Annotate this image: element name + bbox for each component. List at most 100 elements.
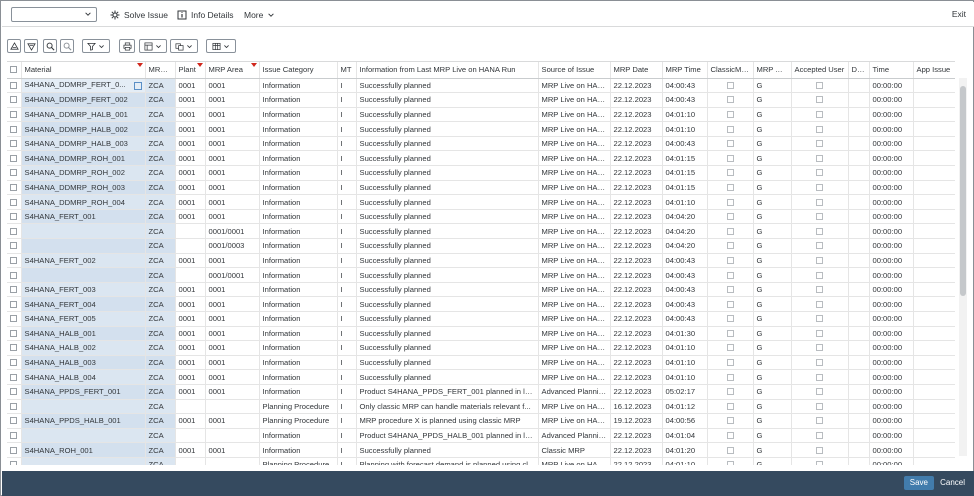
row-select-checkbox[interactable] (7, 150, 22, 167)
table-row[interactable]: S4HANA_DDMRP_HALB_003 ZCA 0001 0001 Informat… (7, 136, 955, 152)
classic-mrp-checkbox[interactable] (707, 136, 754, 152)
table-row[interactable]: S4HANA_DDMRP_ROH_003 ZCA 0001 0001 Informati… (7, 180, 955, 196)
row-select-checkbox[interactable] (7, 107, 22, 123)
filter-button[interactable] (82, 39, 110, 53)
accepted-user-checkbox[interactable] (791, 92, 849, 108)
classic-mrp-checkbox[interactable] (707, 355, 754, 371)
column-header-time[interactable]: Time (869, 62, 914, 79)
accepted-user-checkbox[interactable] (791, 121, 849, 137)
accepted-user-checkbox[interactable] (791, 340, 849, 356)
column-header-accepted-user[interactable]: Accepted User (791, 62, 849, 79)
accepted-user-checkbox[interactable] (791, 209, 849, 225)
layout-button[interactable] (206, 39, 236, 53)
column-header-plant[interactable]: Plant (175, 62, 206, 79)
classic-mrp-checkbox[interactable] (707, 180, 754, 196)
accepted-user-checkbox[interactable] (791, 384, 849, 400)
classic-mrp-checkbox[interactable] (707, 413, 754, 429)
table-row[interactable]: ZCA 0001/0003 Information I Successfully pla… (7, 238, 955, 254)
classic-mrp-checkbox[interactable] (707, 194, 754, 210)
sort-ascending-button[interactable] (7, 39, 21, 53)
table-row[interactable]: S4HANA_HALB_001 ZCA 0001 0001 Information I Su… (7, 326, 955, 342)
table-row[interactable]: S4HANA_DDMRP_FERT_002 ZCA 0001 0001 Informat… (7, 92, 955, 108)
accepted-user-checkbox[interactable] (791, 78, 849, 94)
classic-mrp-checkbox[interactable] (707, 209, 754, 225)
accepted-user-checkbox[interactable] (791, 296, 849, 312)
classic-mrp-checkbox[interactable] (707, 267, 754, 283)
accepted-user-checkbox[interactable] (791, 267, 849, 283)
classic-mrp-checkbox[interactable] (707, 282, 754, 298)
table-row[interactable]: S4HANA_HALB_003 ZCA 0001 0001 Information I Su… (7, 355, 955, 371)
row-select-checkbox[interactable] (7, 136, 22, 152)
classic-mrp-checkbox[interactable] (707, 340, 754, 356)
sort-descending-button[interactable] (24, 39, 38, 53)
classic-mrp-checkbox[interactable] (707, 384, 754, 400)
classic-mrp-checkbox[interactable] (707, 428, 754, 444)
column-header-mrpcn[interactable]: MRPCn (145, 62, 176, 79)
row-select-checkbox[interactable] (7, 355, 22, 371)
row-select-checkbox[interactable] (7, 326, 22, 342)
column-header-mrp-apps[interactable]: MRP Apps (753, 62, 792, 79)
accepted-user-checkbox[interactable] (791, 457, 849, 465)
accepted-user-checkbox[interactable] (791, 355, 849, 371)
row-select-checkbox[interactable] (7, 369, 22, 385)
accepted-user-checkbox[interactable] (791, 428, 849, 444)
find-button[interactable] (43, 39, 57, 53)
column-header-date[interactable]: Date (848, 62, 870, 79)
accepted-user-checkbox[interactable] (791, 107, 849, 123)
row-select-checkbox[interactable] (7, 457, 22, 465)
vertical-scrollbar[interactable] (959, 78, 967, 456)
solve-issue-button[interactable]: Solve Issue (110, 8, 168, 21)
classic-mrp-checkbox[interactable] (707, 78, 754, 94)
row-select-checkbox[interactable] (7, 442, 22, 458)
column-header-material[interactable]: Material (21, 62, 146, 79)
classic-mrp-checkbox[interactable] (707, 223, 754, 240)
scrollbar-thumb[interactable] (960, 86, 966, 296)
table-row[interactable]: S4HANA_HALB_002 ZCA 0001 0001 Information I Su… (7, 340, 955, 356)
classic-mrp-checkbox[interactable] (707, 238, 754, 254)
views-button[interactable] (170, 39, 198, 53)
table-row[interactable]: S4HANA_FERT_005 ZCA 0001 0001 Information I Su… (7, 311, 955, 327)
column-header-issue-category[interactable]: Issue Category (259, 62, 338, 79)
column-header-classic-mrp[interactable]: ClassicMRP (707, 62, 754, 79)
classic-mrp-checkbox[interactable] (707, 326, 754, 342)
row-select-checkbox[interactable] (7, 165, 22, 181)
column-header-source-of-issue[interactable]: Source of Issue (538, 62, 611, 79)
row-select-checkbox[interactable] (7, 399, 22, 415)
classic-mrp-checkbox[interactable] (707, 296, 754, 312)
classic-mrp-checkbox[interactable] (707, 253, 754, 269)
row-select-checkbox[interactable] (7, 267, 22, 283)
more-menu-button[interactable]: More (244, 8, 275, 21)
classic-mrp-checkbox[interactable] (707, 457, 754, 465)
table-row[interactable]: S4HANA_FERT_001 ZCA 0001 0001 Information I Su… (7, 209, 955, 225)
classic-mrp-checkbox[interactable] (707, 165, 754, 181)
column-header-mrp-date[interactable]: MRP Date (610, 62, 663, 79)
row-select-checkbox[interactable] (7, 238, 22, 254)
accepted-user-checkbox[interactable] (791, 223, 849, 240)
table-row[interactable]: S4HANA_DDMRP_ROH_004 ZCA 0001 0001 Informati… (7, 194, 955, 210)
table-row[interactable]: ZCA 0001/0001 Information I Successfully pla… (7, 267, 955, 283)
row-select-checkbox[interactable] (7, 428, 22, 444)
row-select-checkbox[interactable] (7, 180, 22, 196)
table-row[interactable]: ZCA Information I Product S4HANA_PPDS_HALB_… (7, 428, 955, 444)
classic-mrp-checkbox[interactable] (707, 369, 754, 385)
accepted-user-checkbox[interactable] (791, 282, 849, 298)
accepted-user-checkbox[interactable] (791, 238, 849, 254)
classic-mrp-checkbox[interactable] (707, 311, 754, 327)
variant-select[interactable] (11, 7, 97, 22)
cancel-button[interactable]: Cancel (940, 476, 965, 490)
row-select-checkbox[interactable] (7, 194, 22, 210)
table-row[interactable]: ZCA Planning Procedure I Only classic MRP c… (7, 399, 955, 415)
classic-mrp-checkbox[interactable] (707, 121, 754, 137)
row-select-checkbox[interactable] (7, 121, 22, 137)
table-row[interactable]: S4HANA_DDMRP_ROH_001 ZCA 0001 0001 Informati… (7, 150, 955, 167)
accepted-user-checkbox[interactable] (791, 413, 849, 429)
table-row[interactable]: S4HANA_DDMRP_ROH_002 ZCA 0001 0001 Informati… (7, 165, 955, 181)
save-button[interactable]: Save (903, 476, 934, 490)
table-row[interactable]: ZCA 0001/0001 Information I Successfully pla… (7, 223, 955, 240)
table-row[interactable]: S4HANA_FERT_002 ZCA 0001 0001 Information I Su… (7, 253, 955, 269)
accepted-user-checkbox[interactable] (791, 136, 849, 152)
classic-mrp-checkbox[interactable] (707, 107, 754, 123)
accepted-user-checkbox[interactable] (791, 180, 849, 196)
accepted-user-checkbox[interactable] (791, 326, 849, 342)
table-row[interactable]: S4HANA_DDMRP_FERT_0... ZCA 0001 0001 Informa… (7, 78, 955, 94)
